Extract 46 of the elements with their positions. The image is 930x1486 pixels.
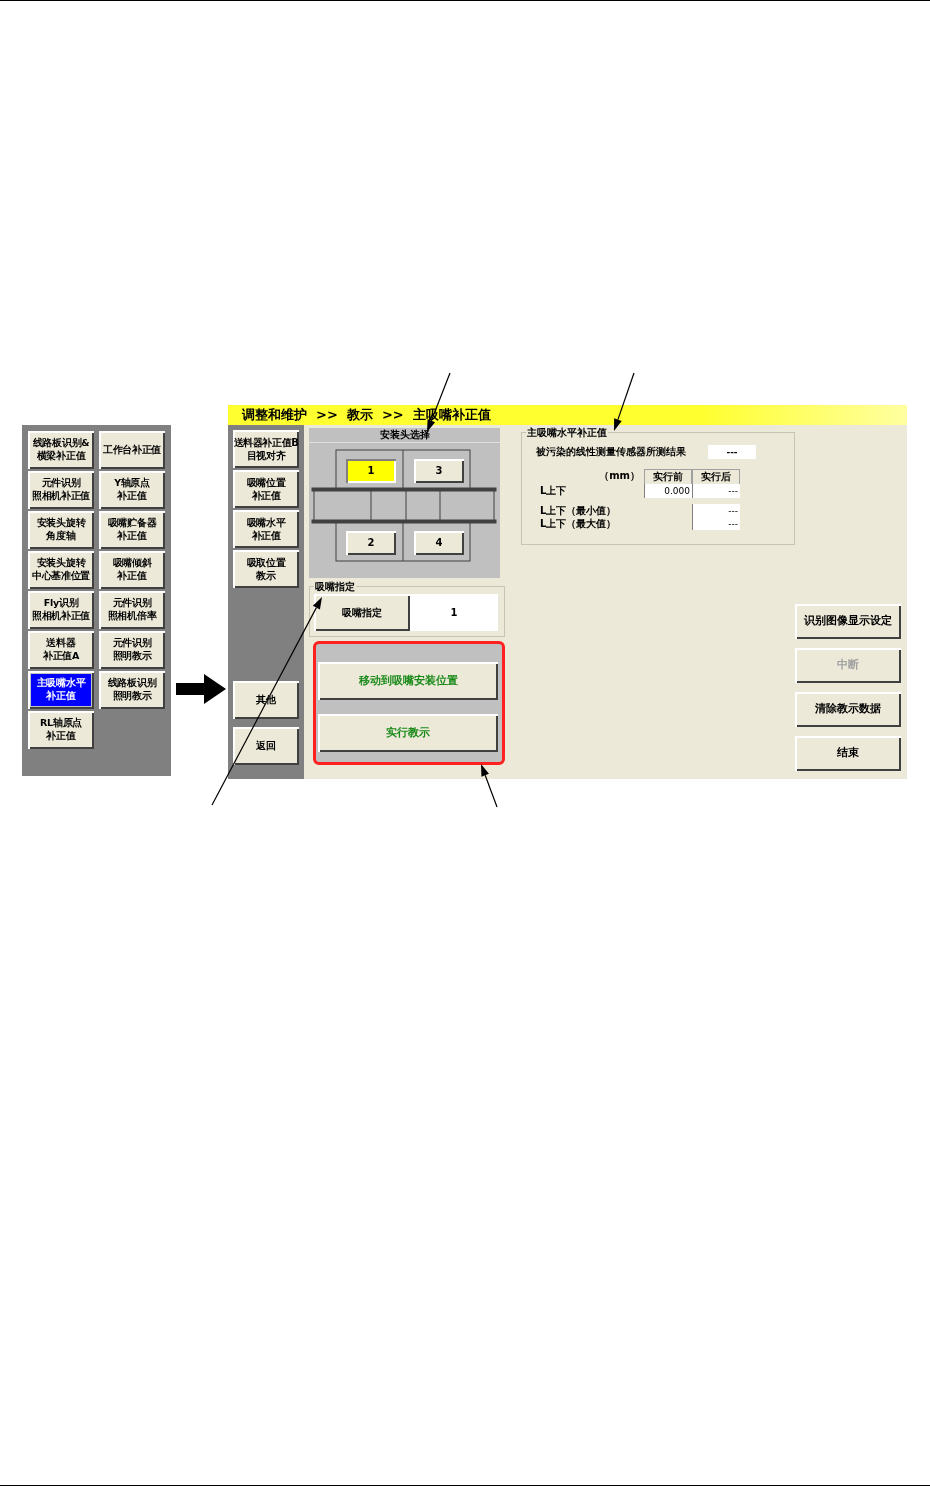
value-field: --- bbox=[692, 517, 740, 530]
right-arrow-icon bbox=[176, 674, 226, 704]
menu-button[interactable]: 安装头旋转 角度轴 bbox=[28, 511, 94, 549]
group-title: 吸嘴指定 bbox=[314, 580, 356, 594]
leader-arrow bbox=[614, 372, 635, 431]
menu-button[interactable]: 吸嘴贮备器 补正值 bbox=[99, 511, 165, 549]
menu-button[interactable]: 元件识别 照相机补正值 bbox=[28, 471, 94, 509]
unit-label: （mm） bbox=[598, 469, 641, 483]
command-button[interactable]: 识别图像显示设定 bbox=[795, 604, 901, 639]
head-button[interactable]: 4 bbox=[414, 531, 464, 555]
value-field: --- bbox=[692, 504, 740, 517]
menu-button[interactable]: 吸嘴倾斜 补正值 bbox=[99, 551, 165, 589]
side-button[interactable]: 吸嘴位置 补正值 bbox=[233, 470, 299, 508]
sensor-label: 被污染的线性测量传感器所测结果 bbox=[536, 445, 686, 459]
row-label: L上下（最大值） bbox=[540, 517, 618, 530]
menu-button[interactable]: RL轴原点 补正值 bbox=[28, 711, 94, 749]
menu-button[interactable]: 工作台补正值 bbox=[99, 431, 165, 469]
command-button[interactable]: 结束 bbox=[795, 736, 901, 771]
menu-button[interactable]: 线路板识别 照明教示 bbox=[99, 671, 165, 709]
menu-button[interactable]: 线路板识别& 横梁补正值 bbox=[28, 431, 94, 469]
group-title: 主吸嘴水平补正值 bbox=[526, 426, 608, 440]
head-button[interactable]: 2 bbox=[346, 531, 396, 555]
menu-button[interactable]: 元件识别 照明教示 bbox=[99, 631, 165, 669]
nozzle-button[interactable]: 吸嘴指定 bbox=[314, 594, 410, 631]
menu-button[interactable]: 元件识别 照相机倍率 bbox=[99, 591, 165, 629]
value-field: --- bbox=[708, 445, 756, 459]
panel-title: 安装头选择 bbox=[309, 428, 500, 443]
value-field: --- bbox=[692, 484, 740, 498]
side-button[interactable]: 吸嘴水平 补正值 bbox=[233, 510, 299, 548]
side-button[interactable]: 返回 bbox=[233, 727, 299, 765]
menu-button[interactable]: 主吸嘴水平 补正值 bbox=[28, 671, 94, 709]
menu-button[interactable]: 送料器 补正值A bbox=[28, 631, 94, 669]
head-button[interactable]: 3 bbox=[414, 459, 464, 483]
menu-button[interactable]: Y轴原点 补正值 bbox=[99, 471, 165, 509]
row-label: L上下（最小值） bbox=[540, 504, 618, 517]
command-button[interactable]: 清除教示数据 bbox=[795, 692, 901, 727]
action-button[interactable]: 移动到吸嘴安装位置 bbox=[318, 662, 498, 700]
menu-button[interactable]: 安装头旋转 中心基准位置 bbox=[28, 551, 94, 589]
action-button[interactable]: 实行教示 bbox=[318, 714, 498, 752]
head-button[interactable]: 1 bbox=[346, 459, 396, 483]
value-field: 0.000 bbox=[644, 484, 692, 498]
nozzle-value: 1 bbox=[410, 594, 498, 631]
side-button[interactable]: 吸取位置 教示 bbox=[233, 550, 299, 588]
menu-button[interactable]: Fly识别 照相机补正值 bbox=[28, 591, 94, 629]
row-label: L上下 bbox=[540, 484, 568, 498]
leader-arrow bbox=[481, 764, 498, 808]
